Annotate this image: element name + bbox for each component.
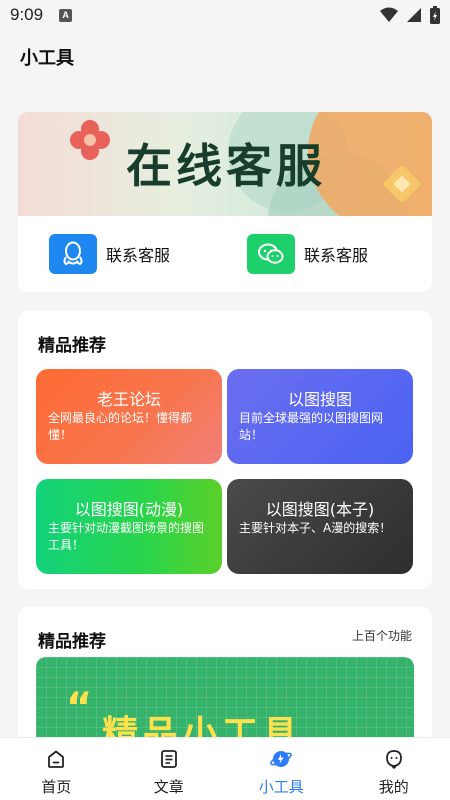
tile-title: 以图搜图(动漫)	[74, 500, 184, 519]
nav-articles[interactable]: 文章	[113, 738, 226, 800]
contact-row: 联系客服 联系客服	[18, 234, 432, 274]
customer-service-card: 在线客服 联系客服 联系客服	[18, 112, 432, 292]
profile-icon	[383, 748, 405, 770]
tile-desc: 主要针对动漫截图场景的搜图工具！	[48, 521, 205, 552]
recommend-card: 精品推荐 老王论坛 全网最良心的论坛！懂得都懂！ 以图搜图 目前全球最强的以图搜…	[18, 311, 432, 589]
status-icons	[380, 6, 440, 24]
tile-title: 以图搜图	[287, 390, 352, 409]
flower-icon	[70, 120, 110, 160]
nav-label: 我的	[378, 778, 409, 796]
tile-image-search-comic[interactable]: 以图搜图(本子) 主要针对本子、A漫的搜索！	[227, 479, 413, 574]
qq-icon	[49, 234, 97, 274]
service-banner: 在线客服	[18, 112, 432, 216]
contact-qq-button[interactable]: 联系客服	[49, 234, 170, 274]
status-bar: 9:09 A	[0, 0, 450, 30]
contact-wechat-button[interactable]: 联系客服	[247, 234, 368, 274]
contact-qq-label: 联系客服	[106, 246, 171, 265]
tile-laowang-forum[interactable]: 老王论坛 全网最良心的论坛！懂得都懂！	[36, 369, 222, 464]
nav-label: 首页	[41, 778, 72, 796]
tile-image-search[interactable]: 以图搜图 目前全球最强的以图搜图网站！	[227, 369, 413, 464]
nav-profile[interactable]: 我的	[338, 738, 450, 800]
home-icon	[45, 748, 67, 770]
tile-title: 老王论坛	[96, 390, 161, 409]
status-time: 9:09	[10, 5, 44, 24]
wifi-icon	[380, 7, 398, 22]
nav-home[interactable]: 首页	[0, 738, 113, 800]
signal-icon	[407, 8, 421, 22]
more-features-link[interactable]: 上百个功能	[352, 627, 412, 644]
tile-desc: 全网最良心的论坛！懂得都懂！	[48, 411, 193, 442]
tile-title: 以图搜图(本子)	[265, 500, 375, 519]
tile-desc: 目前全球最强的以图搜图网站！	[239, 411, 384, 442]
notification-badge: A	[59, 8, 73, 22]
tile-image-search-anime[interactable]: 以图搜图(动漫) 主要针对动漫截图场景的搜图工具！	[36, 479, 222, 574]
nav-tools[interactable]: 小工具	[225, 738, 338, 800]
bottom-nav: 首页 文章 小工具 我的	[0, 737, 450, 800]
tile-desc: 主要针对本子、A漫的搜索！	[239, 521, 392, 535]
section-title: 精品推荐	[38, 632, 106, 652]
promo-quote: “	[66, 685, 93, 731]
article-icon	[158, 748, 180, 770]
contact-wechat-label: 联系客服	[304, 246, 369, 265]
wechat-icon	[247, 234, 295, 274]
nav-label: 文章	[153, 778, 184, 796]
banner-title: 在线客服	[126, 139, 326, 193]
section-title: 精品推荐	[38, 336, 106, 356]
page-title: 小工具	[20, 48, 74, 69]
tools-icon	[270, 748, 293, 770]
nav-label: 小工具	[258, 778, 304, 796]
battery-icon	[430, 6, 440, 24]
